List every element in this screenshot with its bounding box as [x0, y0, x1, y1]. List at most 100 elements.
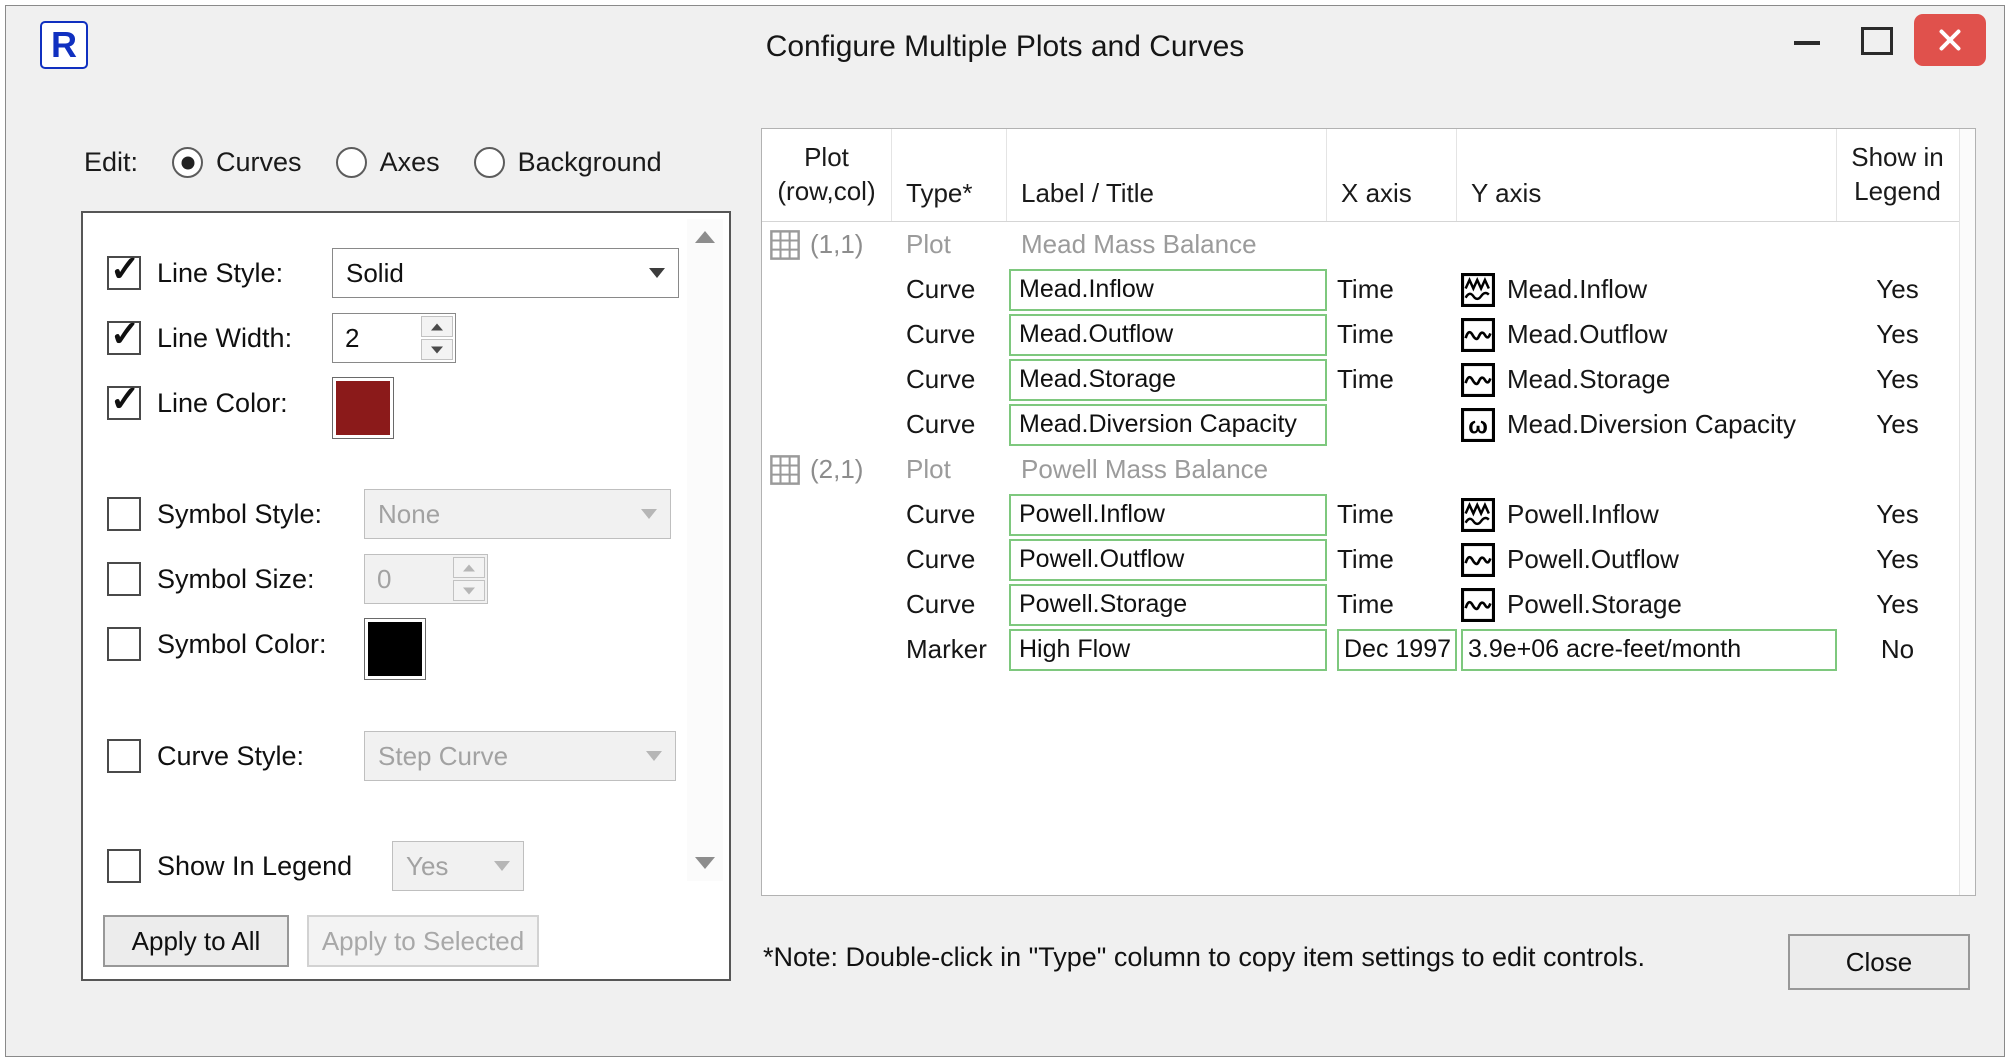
y-axis-cell: 3.9e+06 acre-feet/month: [1457, 627, 1837, 672]
symbol-style-checkbox[interactable]: [107, 497, 141, 531]
show-in-legend-cell[interactable]: Yes: [1837, 402, 1958, 447]
show-in-legend-cell[interactable]: [1837, 222, 1958, 267]
minimize-icon[interactable]: [1778, 14, 1836, 66]
label-input[interactable]: Mead.Storage: [1009, 359, 1327, 401]
show-in-legend-cell[interactable]: Yes: [1837, 267, 1958, 312]
scroll-down-icon[interactable]: [687, 845, 723, 881]
style-panel-scrollbar[interactable]: [687, 219, 723, 881]
label-input[interactable]: High Flow: [1009, 629, 1327, 671]
x-axis-value: Time: [1337, 499, 1394, 530]
type-cell[interactable]: Curve: [892, 492, 1007, 537]
show-in-legend-checkbox[interactable]: [107, 849, 141, 883]
table-row[interactable]: MarkerHigh FlowDec 19973.9e+06 acre-feet…: [762, 627, 1975, 672]
curve-style-label: Curve Style:: [157, 741, 304, 772]
type-cell[interactable]: Curve: [892, 357, 1007, 402]
line-style-checkbox[interactable]: [107, 256, 141, 290]
type-cell[interactable]: Plot: [892, 447, 1007, 492]
title-bar[interactable]: R Configure Multiple Plots and Curves: [6, 6, 2004, 80]
table-row[interactable]: CurvePowell.StorageTimePowell.StorageYes: [762, 582, 1975, 627]
label-input[interactable]: Powell.Outflow: [1009, 539, 1327, 581]
y-axis-input[interactable]: 3.9e+06 acre-feet/month: [1461, 629, 1837, 671]
symbol-style-dropdown[interactable]: None: [364, 489, 671, 539]
curve-style-dropdown[interactable]: Step Curve: [364, 731, 676, 781]
table-row[interactable]: (2,1)PlotPowell Mass Balance: [762, 447, 1975, 492]
line-style-dropdown[interactable]: Solid: [332, 248, 679, 298]
plot-table: Plot (row,col) Type* Label / Title X axi…: [761, 128, 1976, 896]
symbol-size-value: 0: [365, 555, 451, 603]
label-input[interactable]: Mead.Diversion Capacity: [1009, 404, 1327, 446]
line-color-color[interactable]: [332, 377, 394, 439]
maximize-icon[interactable]: [1846, 14, 1904, 66]
label-input[interactable]: Mead.Outflow: [1009, 314, 1327, 356]
type-cell[interactable]: Curve: [892, 312, 1007, 357]
spin-down-icon[interactable]: [453, 580, 485, 601]
edit-radio-group: Edit: CurvesAxesBackground: [84, 147, 662, 178]
label-input[interactable]: Mead.Inflow: [1009, 269, 1327, 311]
table-row[interactable]: CurveMead.StorageTimeMead.StorageYes: [762, 357, 1975, 402]
grid-icon: [770, 230, 800, 260]
close-button[interactable]: Close: [1788, 934, 1970, 990]
header-legend-line1: Show in: [1851, 141, 1944, 175]
show-in-legend-dropdown[interactable]: Yes: [392, 841, 524, 891]
table-scrollbar-gutter[interactable]: [1959, 129, 1975, 895]
x-axis-value: Time: [1337, 274, 1394, 305]
x-axis-input[interactable]: Dec 1997: [1337, 629, 1457, 671]
show-in-legend-cell[interactable]: Yes: [1837, 357, 1958, 402]
show-in-legend-cell[interactable]: Yes: [1837, 582, 1958, 627]
spin-up-icon[interactable]: [453, 557, 485, 578]
symbol-color-checkbox[interactable]: [107, 627, 141, 661]
line-width-label: Line Width:: [157, 323, 292, 354]
header-plot-line2: (row,col): [777, 175, 875, 209]
type-cell[interactable]: Plot: [892, 222, 1007, 267]
spin-up-icon[interactable]: [421, 316, 453, 337]
type-cell[interactable]: Curve: [892, 402, 1007, 447]
line-width-checkbox[interactable]: [107, 321, 141, 355]
table-row[interactable]: CurveMead.InflowTimeMead.InflowYes: [762, 267, 1975, 312]
line-color-checkbox[interactable]: [107, 386, 141, 420]
x-axis-cell: Dec 1997: [1327, 627, 1457, 672]
spin-down-icon[interactable]: [421, 339, 453, 360]
curve-style-checkbox[interactable]: [107, 739, 141, 773]
show-in-legend-cell[interactable]: No: [1837, 627, 1958, 672]
type-cell[interactable]: Curve: [892, 537, 1007, 582]
label-input[interactable]: Powell.Inflow: [1009, 494, 1327, 536]
table-row[interactable]: CurvePowell.InflowTimePowell.InflowYes: [762, 492, 1975, 537]
scroll-up-icon[interactable]: [687, 219, 723, 255]
label-cell: Mead.Diversion Capacity: [1007, 402, 1327, 447]
label-cell: High Flow: [1007, 627, 1327, 672]
label-input[interactable]: Powell.Storage: [1009, 584, 1327, 626]
apply-to-selected-button[interactable]: Apply to Selected: [307, 915, 539, 967]
plot-cell: (1,1): [762, 222, 892, 267]
edit-radio-background[interactable]: Background: [474, 147, 662, 178]
show-in-legend-cell[interactable]: [1837, 447, 1958, 492]
symbol-color-color[interactable]: [364, 618, 426, 680]
table-row[interactable]: (1,1)PlotMead Mass Balance: [762, 222, 1975, 267]
edit-radio-curves[interactable]: Curves: [172, 147, 302, 178]
table-row[interactable]: CurveMead.Diversion CapacityωMead.Divers…: [762, 402, 1975, 447]
chevron-down-icon: [641, 509, 657, 519]
close-window-icon[interactable]: [1914, 14, 1986, 66]
symbol-size-spinner[interactable]: 0: [364, 554, 488, 604]
y-axis-value: Mead.Inflow: [1507, 274, 1647, 305]
plot-position: (1,1): [810, 229, 863, 260]
control-row-line-width: Line Width: 2: [107, 312, 675, 364]
edit-radio-axes[interactable]: Axes: [336, 147, 440, 178]
x-axis-value: Time: [1337, 589, 1394, 620]
column-header-y-axis: Y axis: [1457, 129, 1837, 221]
symbol-size-checkbox[interactable]: [107, 562, 141, 596]
table-row[interactable]: CurvePowell.OutflowTimePowell.OutflowYes: [762, 537, 1975, 582]
table-row[interactable]: CurveMead.OutflowTimeMead.OutflowYes: [762, 312, 1975, 357]
apply-to-all-button[interactable]: Apply to All: [103, 915, 289, 967]
show-in-legend-cell[interactable]: Yes: [1837, 312, 1958, 357]
show-in-legend-cell[interactable]: Yes: [1837, 492, 1958, 537]
line-width-spinner[interactable]: 2: [332, 313, 456, 363]
y-axis-cell: [1457, 222, 1837, 267]
type-cell[interactable]: Curve: [892, 267, 1007, 312]
x-axis-cell: Time: [1327, 582, 1457, 627]
show-in-legend-cell[interactable]: Yes: [1837, 537, 1958, 582]
type-cell[interactable]: Curve: [892, 582, 1007, 627]
table-body: (1,1)PlotMead Mass BalanceCurveMead.Infl…: [762, 222, 1975, 672]
type-cell[interactable]: Marker: [892, 627, 1007, 672]
style-panel: Line Style:SolidLine Width:2Line Color:S…: [81, 211, 731, 981]
y-axis-value: Powell.Outflow: [1507, 544, 1679, 575]
